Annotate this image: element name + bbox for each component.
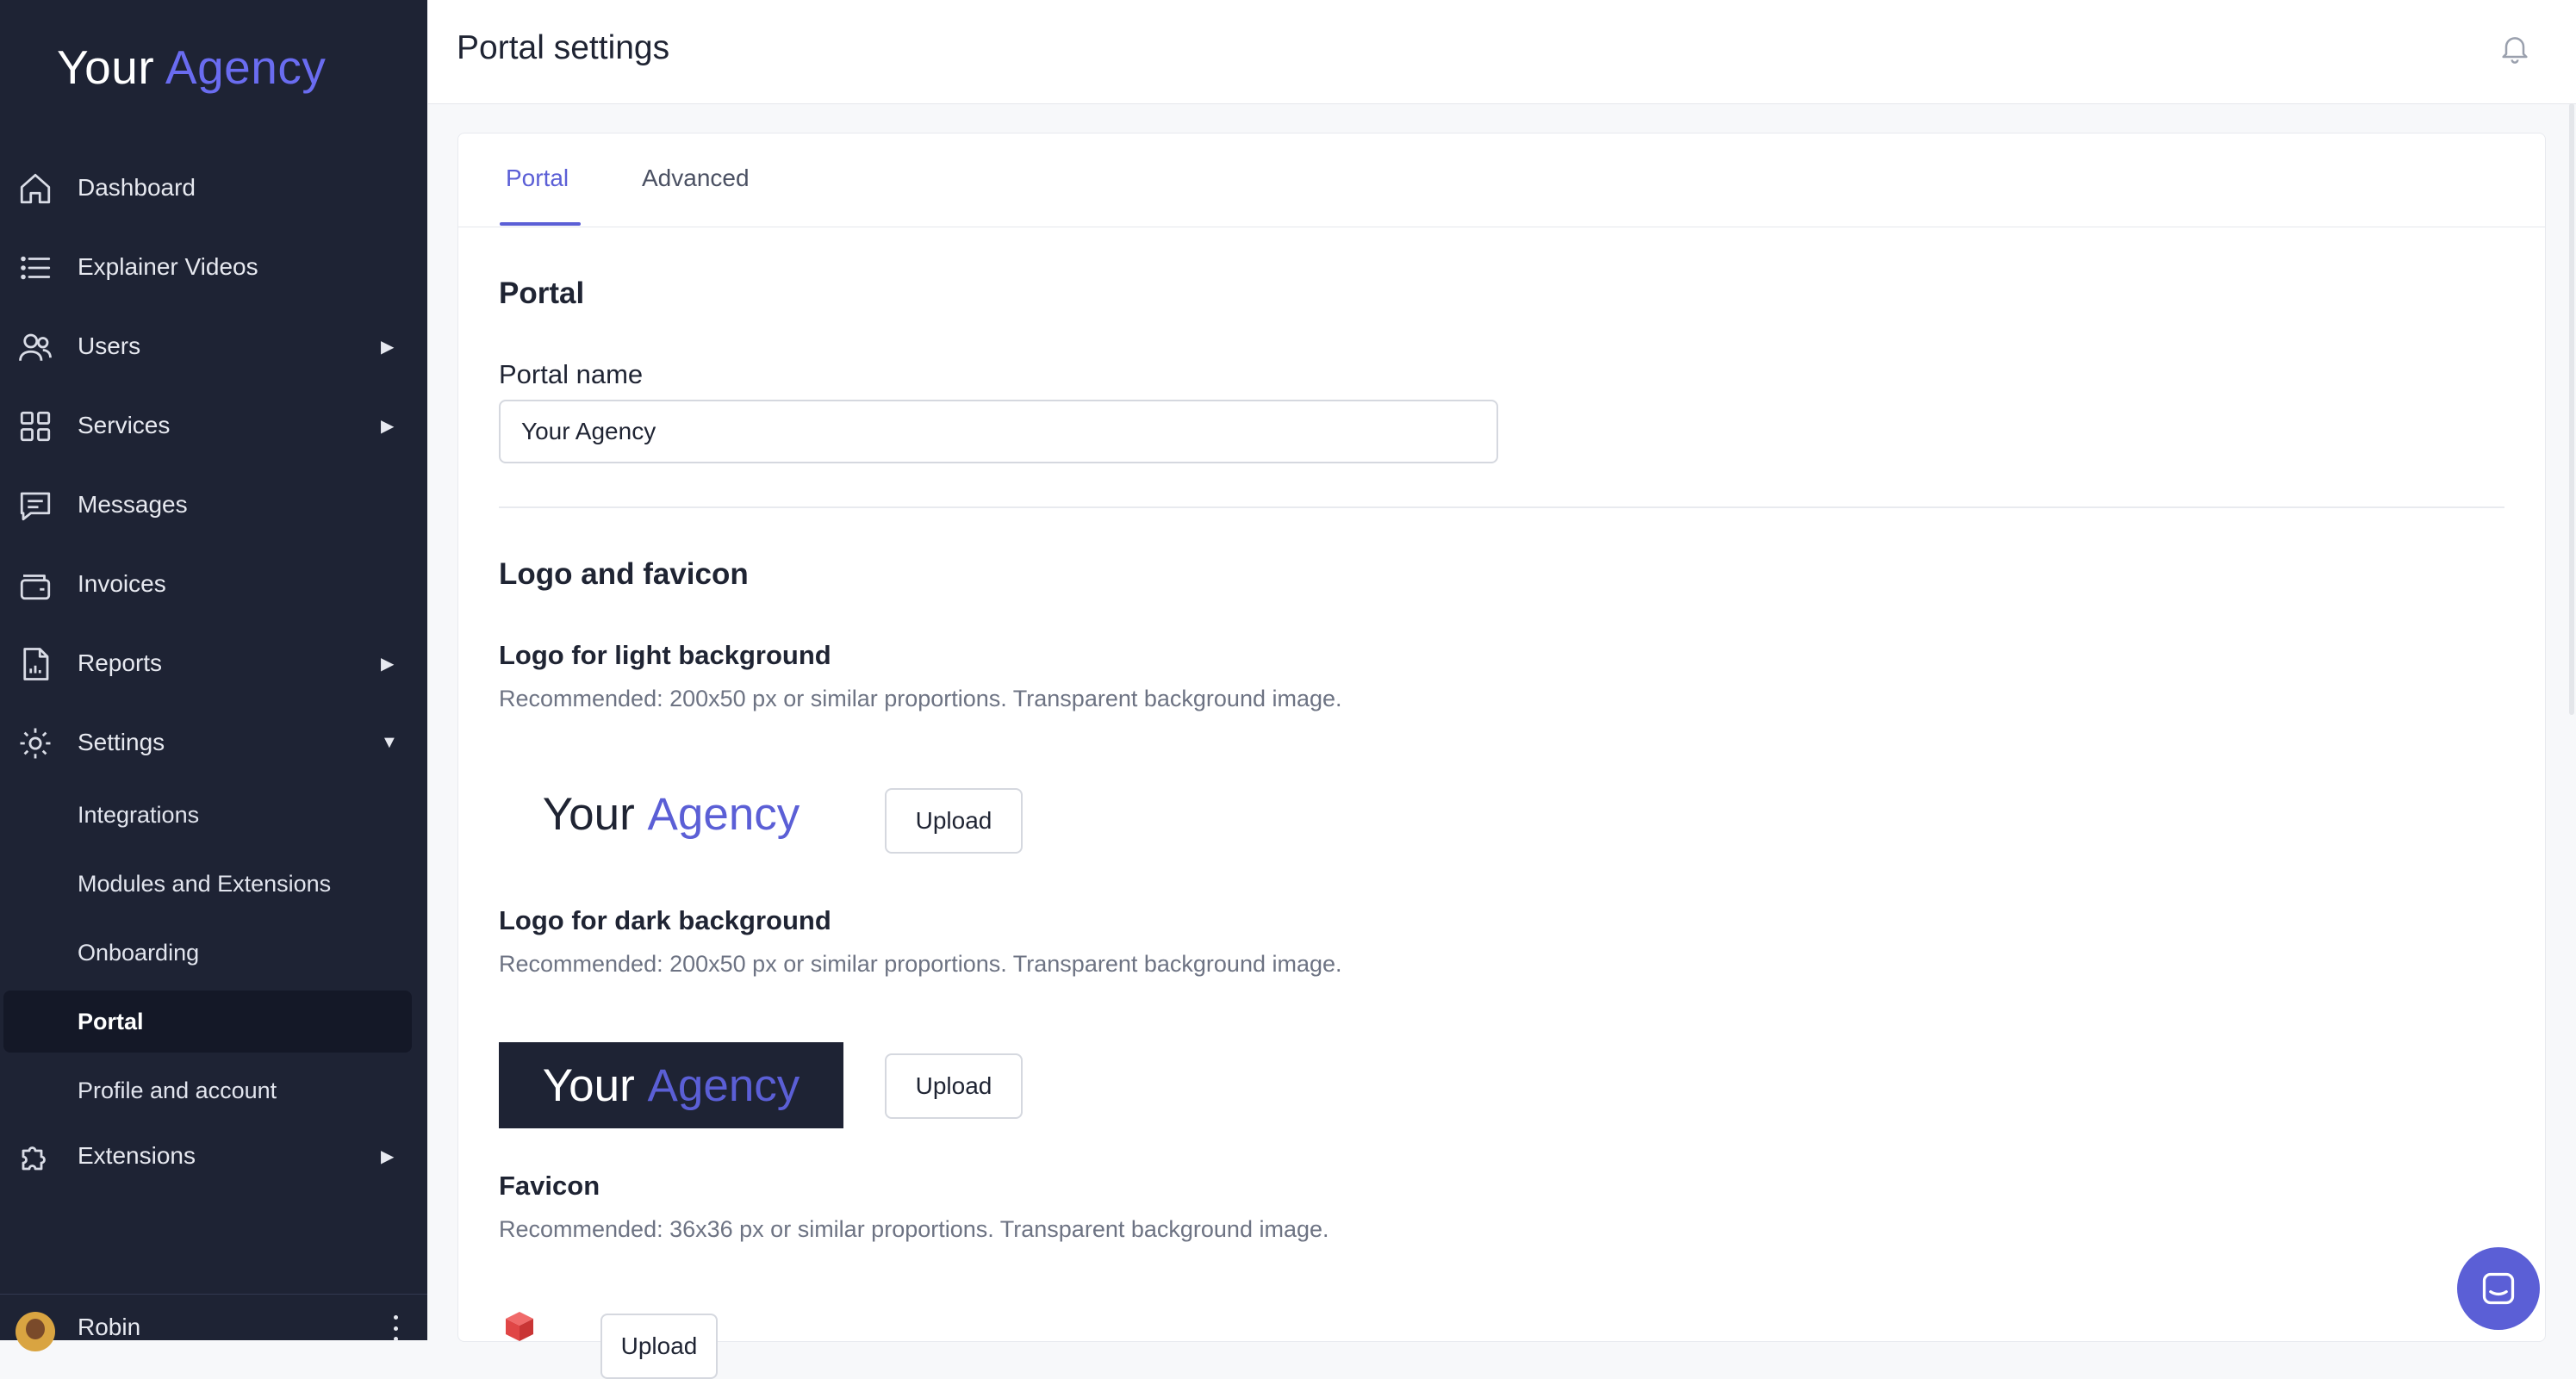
sidebar-subitem-label: Integrations <box>78 801 200 828</box>
scrollbar[interactable] <box>2569 103 2574 715</box>
light-logo-title: Logo for light background <box>499 640 831 670</box>
bell-icon[interactable] <box>2498 29 2532 67</box>
sidebar-item-reports[interactable]: Reports ▶ <box>0 624 427 703</box>
sidebar-item-users[interactable]: Users ▶ <box>0 307 427 386</box>
sidebar-item-label: Messages <box>78 491 188 518</box>
sidebar-item-services[interactable]: Services ▶ <box>0 386 427 465</box>
chevron-down-icon: ▼ <box>381 732 398 752</box>
sidebar-item-label: Settings <box>78 729 165 755</box>
light-logo-word-2: Agency <box>647 788 800 840</box>
logo-section-heading: Logo and favicon <box>499 557 749 591</box>
dark-logo-preview: Your Agency <box>499 1042 843 1128</box>
favicon-title: Favicon <box>499 1171 600 1201</box>
upload-dark-logo-button[interactable]: Upload <box>885 1053 1023 1119</box>
upload-favicon-button[interactable]: Upload <box>600 1314 718 1379</box>
more-options-icon[interactable] <box>391 1315 400 1341</box>
sidebar-item-label: Services <box>78 412 171 438</box>
brand-logo-word-1: Your <box>57 40 155 94</box>
user-name: Robin <box>78 1314 141 1340</box>
sidebar-item-dashboard[interactable]: Dashboard <box>0 148 427 227</box>
sidebar-subitem-label: Portal <box>78 1008 144 1034</box>
brand-logo[interactable]: Your Agency <box>57 40 326 95</box>
active-tab-indicator <box>500 222 581 226</box>
chevron-right-icon: ▶ <box>381 337 395 357</box>
light-logo-hint: Recommended: 200x50 px or similar propor… <box>499 686 1342 711</box>
sidebar-item-label: Invoices <box>78 570 166 597</box>
favicon-hint: Recommended: 36x36 px or similar proport… <box>499 1216 1329 1242</box>
gear-icon <box>20 728 51 759</box>
sidebar-subitem-modules-and-extensions[interactable]: Modules and Extensions <box>0 853 427 915</box>
page-title: Portal settings <box>457 29 670 66</box>
tab-advanced[interactable]: Advanced <box>642 165 750 192</box>
grid-icon <box>20 411 51 442</box>
sidebar-item-invoices[interactable]: Invoices <box>0 544 427 624</box>
list-icon <box>21 256 51 280</box>
sidebar-item-label: Users <box>78 332 141 359</box>
sidebar-item-label: Reports <box>78 649 163 676</box>
users-icon <box>19 333 52 361</box>
home-icon <box>20 173 51 204</box>
tab-portal[interactable]: Portal <box>506 165 569 192</box>
sidebar-item-label: Extensions <box>78 1142 196 1169</box>
sidebar-item-extensions[interactable]: Extensions ▶ <box>0 1116 427 1196</box>
report-icon <box>23 648 49 680</box>
portal-name-input[interactable] <box>499 400 1498 463</box>
sidebar-item-explainer-videos[interactable]: Explainer Videos <box>0 227 427 307</box>
avatar <box>16 1312 55 1351</box>
wallet-icon <box>20 575 51 600</box>
portal-name-label: Portal name <box>499 359 644 389</box>
section-divider <box>499 506 2504 508</box>
dark-logo-hint: Recommended: 200x50 px or similar propor… <box>499 951 1342 977</box>
upload-light-logo-button[interactable]: Upload <box>885 788 1023 854</box>
sidebar-item-settings[interactable]: Settings ▼ <box>0 703 427 782</box>
light-logo-word-1: Your <box>542 788 635 840</box>
chevron-right-icon: ▶ <box>381 1146 395 1166</box>
sidebar: Your Agency Dashboard Explainer Videos U… <box>0 0 427 1351</box>
top-bar: Portal settings <box>428 0 2576 104</box>
portal-section-heading: Portal <box>499 276 585 310</box>
dark-logo-word-1: Your <box>542 1059 635 1111</box>
sidebar-subitem-label: Onboarding <box>78 939 200 966</box>
chevron-right-icon: ▶ <box>381 416 395 436</box>
dark-logo-word-2: Agency <box>647 1059 800 1111</box>
message-icon <box>20 492 51 521</box>
tab-bar: Portal Advanced <box>458 134 2545 227</box>
sidebar-subitem-profile-and-account[interactable]: Profile and account <box>0 1059 427 1121</box>
chat-icon <box>2482 1272 2515 1305</box>
chevron-right-icon: ▶ <box>381 654 395 674</box>
chat-launcher-button[interactable] <box>2457 1247 2540 1330</box>
dark-logo-title: Logo for dark background <box>499 905 831 935</box>
brand-logo-word-2: Agency <box>165 40 327 94</box>
sidebar-subitem-onboarding[interactable]: Onboarding <box>0 922 427 984</box>
sidebar-subitem-integrations[interactable]: Integrations <box>0 784 427 846</box>
favicon-preview-icon <box>506 1312 533 1341</box>
sidebar-item-messages[interactable]: Messages <box>0 465 427 544</box>
sidebar-item-label: Dashboard <box>78 174 196 201</box>
puzzle-icon <box>22 1146 46 1171</box>
user-menu[interactable]: Robin <box>0 1294 427 1351</box>
sidebar-subitem-portal[interactable]: Portal <box>3 991 412 1053</box>
settings-card: Portal Advanced Portal Portal name Logo … <box>457 133 2546 1379</box>
sidebar-subitem-label: Modules and Extensions <box>78 870 332 897</box>
sidebar-subitem-label: Profile and account <box>78 1077 277 1103</box>
sidebar-item-label: Explainer Videos <box>78 253 258 280</box>
light-logo-preview: Your Agency <box>499 771 843 857</box>
